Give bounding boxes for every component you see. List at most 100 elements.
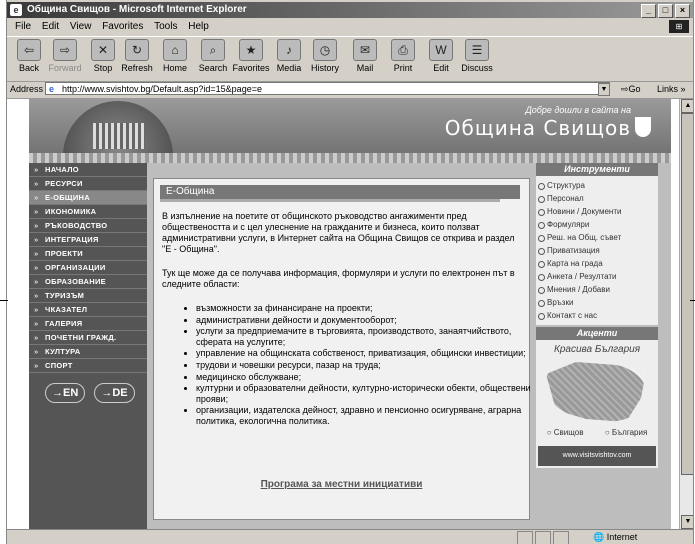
visitsvishtov-banner[interactable]: www.visitsvishtov.com xyxy=(538,446,656,466)
accents-header: Акценти xyxy=(536,327,658,340)
media-icon: ♪ xyxy=(277,39,301,61)
menu-tools[interactable]: Tools xyxy=(154,21,177,32)
bulgaria-map-icon[interactable] xyxy=(546,362,646,422)
site-banner: Добре дошли в сайта на Община Свищов xyxy=(29,99,671,161)
address-dropdown-icon[interactable]: ▼ xyxy=(598,83,610,96)
lang-en-button[interactable]: →EN xyxy=(45,383,86,403)
nav-item[interactable]: НАЧАЛО xyxy=(29,163,147,177)
toolbar-history-button[interactable]: ◷ History xyxy=(305,39,345,73)
toolbar-label: Back xyxy=(18,63,39,73)
toolbar-label: Print xyxy=(393,63,413,73)
map-title: Красива България xyxy=(553,344,641,355)
nav-item[interactable]: СПОРТ xyxy=(29,359,147,373)
banner-stripe xyxy=(29,153,671,163)
security-zone: 🌐 Internet xyxy=(593,532,638,542)
tool-link[interactable]: Приватизация xyxy=(536,244,658,257)
nav-item[interactable]: ИНТЕГРАЦИЯ xyxy=(29,233,147,247)
vertical-scrollbar[interactable]: ▲ ▼ xyxy=(679,99,693,529)
links-button[interactable]: Links » xyxy=(657,81,686,98)
tool-link[interactable]: Новини / Документи xyxy=(536,205,658,218)
nav-item[interactable]: ЧКАЗАТЕЛ xyxy=(29,303,147,317)
toolbar-discuss-button[interactable]: ☰ Discuss xyxy=(457,39,497,73)
scroll-thumb[interactable] xyxy=(681,113,693,475)
maximize-icon[interactable]: □ xyxy=(658,4,673,18)
tool-link[interactable]: Карта на града xyxy=(536,257,658,270)
nav-item[interactable]: КУЛТУРА xyxy=(29,345,147,359)
welcome-text: Добре дошли в сайта на xyxy=(525,105,631,115)
tool-link[interactable]: Реш. на Общ. съвет xyxy=(536,231,658,244)
toolbar-print-button[interactable]: ⎙ Print xyxy=(383,39,423,73)
left-navigation: НАЧАЛОРЕСУРСИЕ-ОБЩИНАИКОНОМИКАРЪКОВОДСТВ… xyxy=(29,163,147,529)
favorites-icon: ★ xyxy=(239,39,263,61)
toolbar-label: Edit xyxy=(433,63,449,73)
toolbar-label: Media xyxy=(276,63,302,73)
nav-item[interactable]: РЪКОВОДСТВО xyxy=(29,219,147,233)
tool-link[interactable]: Формуляри xyxy=(536,218,658,231)
toolbar-refresh-button[interactable]: ↻ Refresh xyxy=(117,39,157,73)
toolbar-label: Favorites xyxy=(232,63,270,73)
nav-item[interactable]: ПРОЕКТИ xyxy=(29,247,147,261)
toolbar-label: Forward xyxy=(48,63,82,73)
tool-link[interactable]: Персонал xyxy=(536,192,658,205)
site-title: Община Свищов xyxy=(444,116,631,140)
forward-arrow-icon: ⇨ xyxy=(53,39,77,61)
list-item: възможности за финансиране на проекти; xyxy=(196,303,532,314)
toolbar-favorites-button[interactable]: ★ Favorites xyxy=(231,39,271,73)
toolbar-edit-button[interactable]: W Edit xyxy=(421,39,461,73)
site-page: Добре дошли в сайта на Община Свищов НАЧ… xyxy=(29,99,671,529)
nav-item[interactable]: ОРГАНИЗАЦИИ xyxy=(29,261,147,275)
nav-item[interactable]: ИКОНОМИКА xyxy=(29,205,147,219)
minimize-icon[interactable]: _ xyxy=(641,4,656,18)
areas-paragraph: Тук ще може да се получава информация, ф… xyxy=(162,268,515,289)
toolbar-forward-button[interactable]: ⇨ Forward xyxy=(45,39,85,73)
tool-link[interactable]: Анкета / Резултати xyxy=(536,270,658,283)
windows-flag-icon: ⊞ xyxy=(669,20,689,33)
menu-file[interactable]: File xyxy=(15,21,31,32)
areas-list: възможности за финансиране на проекти;ад… xyxy=(184,303,532,428)
scroll-up-icon[interactable]: ▲ xyxy=(681,99,693,113)
toolbar-mail-button[interactable]: ✉ Mail xyxy=(345,39,385,73)
status-pane xyxy=(517,531,533,544)
address-input[interactable]: http://www.svishtov.bg/Default.asp?id=15… xyxy=(45,82,610,96)
scroll-down-icon[interactable]: ▼ xyxy=(681,515,693,529)
toolbar-label: Search xyxy=(198,63,228,73)
menu-edit[interactable]: Edit xyxy=(42,21,59,32)
nav-item[interactable]: РЕСУРСИ xyxy=(29,177,147,191)
tool-link[interactable]: Контакт с нас xyxy=(536,309,658,322)
toolbar-label: Home xyxy=(162,63,187,73)
close-icon[interactable]: × xyxy=(675,4,690,18)
tool-link[interactable]: Мнения / Добави xyxy=(536,283,658,296)
nav-item[interactable]: ТУРИЗЪМ xyxy=(29,289,147,303)
nav-item[interactable]: ГАЛЕРИЯ xyxy=(29,317,147,331)
go-button[interactable]: ⇨Go xyxy=(621,81,641,98)
page-viewport: Добре дошли в сайта на Община Свищов НАЧ… xyxy=(7,99,679,529)
bulgaria-map-box: Красива България ○ Свищов ○ България www… xyxy=(536,340,658,468)
content-panel: Е-Община В изпълнение на поетите от общи… xyxy=(153,178,532,520)
menu-view[interactable]: View xyxy=(70,21,92,32)
list-item: трудови и човешки ресурси, пазар на труд… xyxy=(196,360,532,371)
browser-window: e Община Свищов - Microsoft Internet Exp… xyxy=(6,0,694,544)
address-label: Address xyxy=(10,84,44,94)
nav-item[interactable]: ПОЧЕТНИ ГРАЖД. xyxy=(29,331,147,345)
toolbar-search-button[interactable]: ⌕ Search xyxy=(193,39,233,73)
menu-help[interactable]: Help xyxy=(188,21,209,32)
list-item: управление на общинската собственост, пр… xyxy=(196,348,532,359)
toolbar-label: History xyxy=(310,63,339,73)
refresh-icon: ↻ xyxy=(125,39,149,61)
home-icon: ⌂ xyxy=(163,39,187,61)
tool-link[interactable]: Структура xyxy=(536,179,658,192)
map-link-bulgaria[interactable]: ○ България xyxy=(605,428,647,437)
crest-icon xyxy=(635,117,651,137)
list-item: медицинско обслужване; xyxy=(196,372,532,383)
nav-item[interactable]: ОБРАЗОВАНИЕ xyxy=(29,275,147,289)
map-link-svishtov[interactable]: ○ Свищов xyxy=(547,428,584,437)
toolbar-home-button[interactable]: ⌂ Home xyxy=(155,39,195,73)
toolbar-media-button[interactable]: ♪ Media xyxy=(269,39,309,73)
program-link[interactable]: Програма за местни инициативи xyxy=(154,479,529,490)
tool-link[interactable]: Връзки xyxy=(536,296,658,309)
menu-favorites[interactable]: Favorites xyxy=(102,21,143,32)
nav-item[interactable]: Е-ОБЩИНА xyxy=(29,191,147,205)
content-title: Е-Община xyxy=(160,185,520,202)
toolbar-back-button[interactable]: ⇦ Back xyxy=(9,39,49,73)
lang-de-button[interactable]: →DE xyxy=(94,383,135,403)
